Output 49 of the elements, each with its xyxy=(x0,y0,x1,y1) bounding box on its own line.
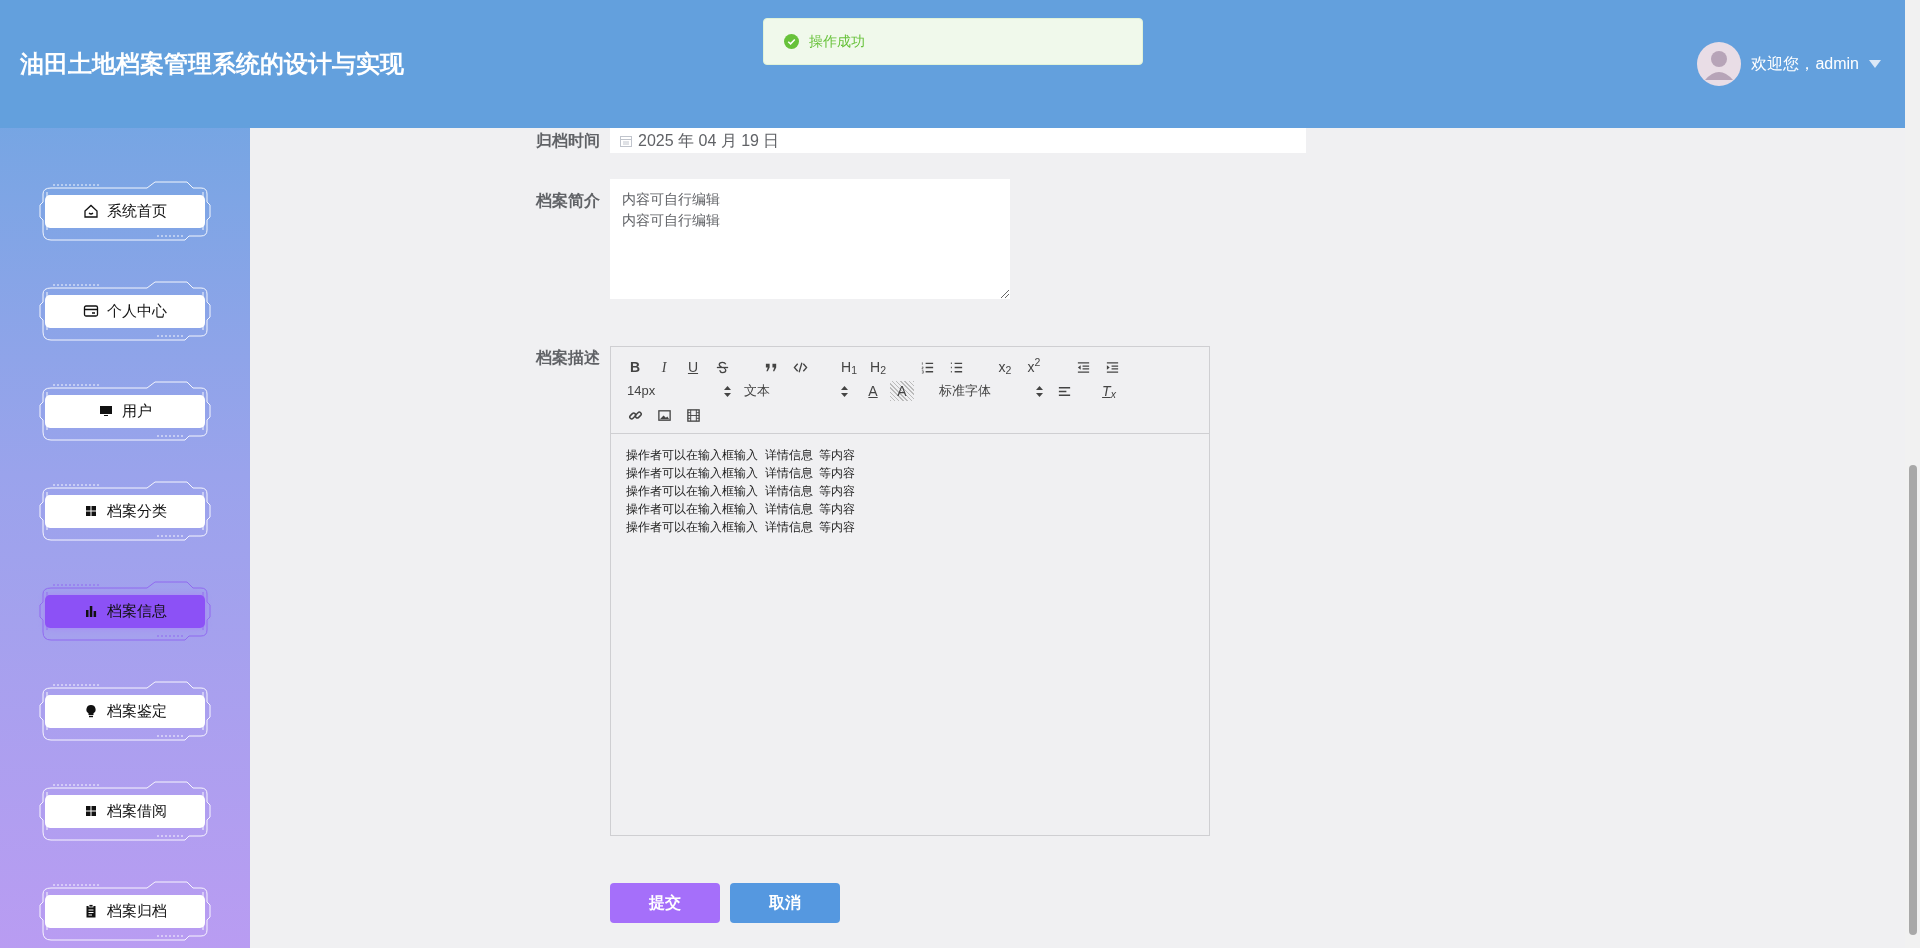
menu-item[interactable]: 档案借阅 xyxy=(45,794,205,828)
rich-text-editor[interactable]: B I U H$_{1}$ H$_{2}$ x$_{2}$ x$^{2}$ 14px 文本 A A 标准字体 T$_{x}$ 操作者可以在输入框输入 详情信息 等内容 操作者可以在输入框输入 详情信息 等内容 操作者可以在输入框输入 详情信息 等内容 操作者可以在输入框输入 详情信息 等内容 操作者可以在输入框输入 详情信息 等内容 xyxy=(610,346,1210,836)
dropdown[interactable]: 14px xyxy=(623,381,735,401)
card-icon xyxy=(83,303,99,319)
field-label: 档案简介 xyxy=(534,191,601,211)
menu-item[interactable]: 档案归档 xyxy=(45,894,205,928)
date-field[interactable]: 2025 年 04 月 19 日 xyxy=(610,128,1306,153)
text-line: 内容可自行编辑 xyxy=(622,211,720,230)
field-label: 档案描述 xyxy=(534,348,601,368)
dropdown[interactable]: 文本 xyxy=(740,381,852,401)
text-line: 操作者可以在输入框输入 详情信息 等内容 xyxy=(626,447,856,464)
format-button[interactable]: I xyxy=(652,357,676,377)
format-button[interactable]: x$^{2}$ xyxy=(1022,357,1046,377)
monitor-icon xyxy=(98,403,114,419)
menu-item[interactable]: 档案信息 xyxy=(45,594,205,628)
summary-textarea[interactable]: 内容可自行编辑 内容可自行编辑 xyxy=(610,179,1010,299)
format-button[interactable]: U xyxy=(681,357,705,377)
menu-item[interactable]: 用户 xyxy=(45,394,205,428)
grid-icon xyxy=(83,803,99,819)
menu-item[interactable]: 个人中心 xyxy=(45,294,205,328)
grid-icon xyxy=(83,503,99,519)
text-line: 操作者可以在输入框输入 详情信息 等内容 xyxy=(626,465,856,482)
home-icon xyxy=(83,203,99,219)
bulb-icon xyxy=(83,703,99,719)
format-button[interactable]: H$_{1}$ xyxy=(837,357,861,377)
sort-arrows-icon xyxy=(1036,385,1043,397)
app-title: 油田土地档案管理系统的设计与实现 xyxy=(20,49,404,79)
resize-handle-icon[interactable] xyxy=(1001,290,1009,298)
toast-message: 操作成功 xyxy=(809,32,865,51)
format-button[interactable]: B xyxy=(623,357,647,377)
bar-chart-icon xyxy=(83,603,99,619)
calendar-icon xyxy=(620,134,632,147)
menu-item[interactable]: 档案分类 xyxy=(45,494,205,528)
format-button[interactable]: H$_{2}$ xyxy=(866,357,890,377)
format-button[interactable]: x$_{2}$ xyxy=(993,357,1017,377)
success-icon xyxy=(784,34,799,49)
dropdown[interactable]: 标准字体 xyxy=(935,381,1047,401)
field-label: 归档时间 xyxy=(535,130,601,151)
sort-arrows-icon xyxy=(841,385,848,397)
format-button[interactable]: A xyxy=(890,381,914,401)
menu-item[interactable]: 档案鉴定 xyxy=(45,694,205,728)
text-line: 内容可自行编辑 xyxy=(622,190,720,209)
format-button[interactable]: A xyxy=(861,381,885,401)
text-line: 操作者可以在输入框输入 详情信息 等内容 xyxy=(626,501,856,518)
text-line: 操作者可以在输入框输入 详情信息 等内容 xyxy=(626,483,856,500)
format-button[interactable]: T$_{x}$ xyxy=(1097,381,1121,401)
text-line: 操作者可以在输入框输入 详情信息 等内容 xyxy=(626,519,856,536)
sort-arrows-icon xyxy=(724,385,731,397)
menu-item[interactable]: 系统首页 xyxy=(45,194,205,228)
